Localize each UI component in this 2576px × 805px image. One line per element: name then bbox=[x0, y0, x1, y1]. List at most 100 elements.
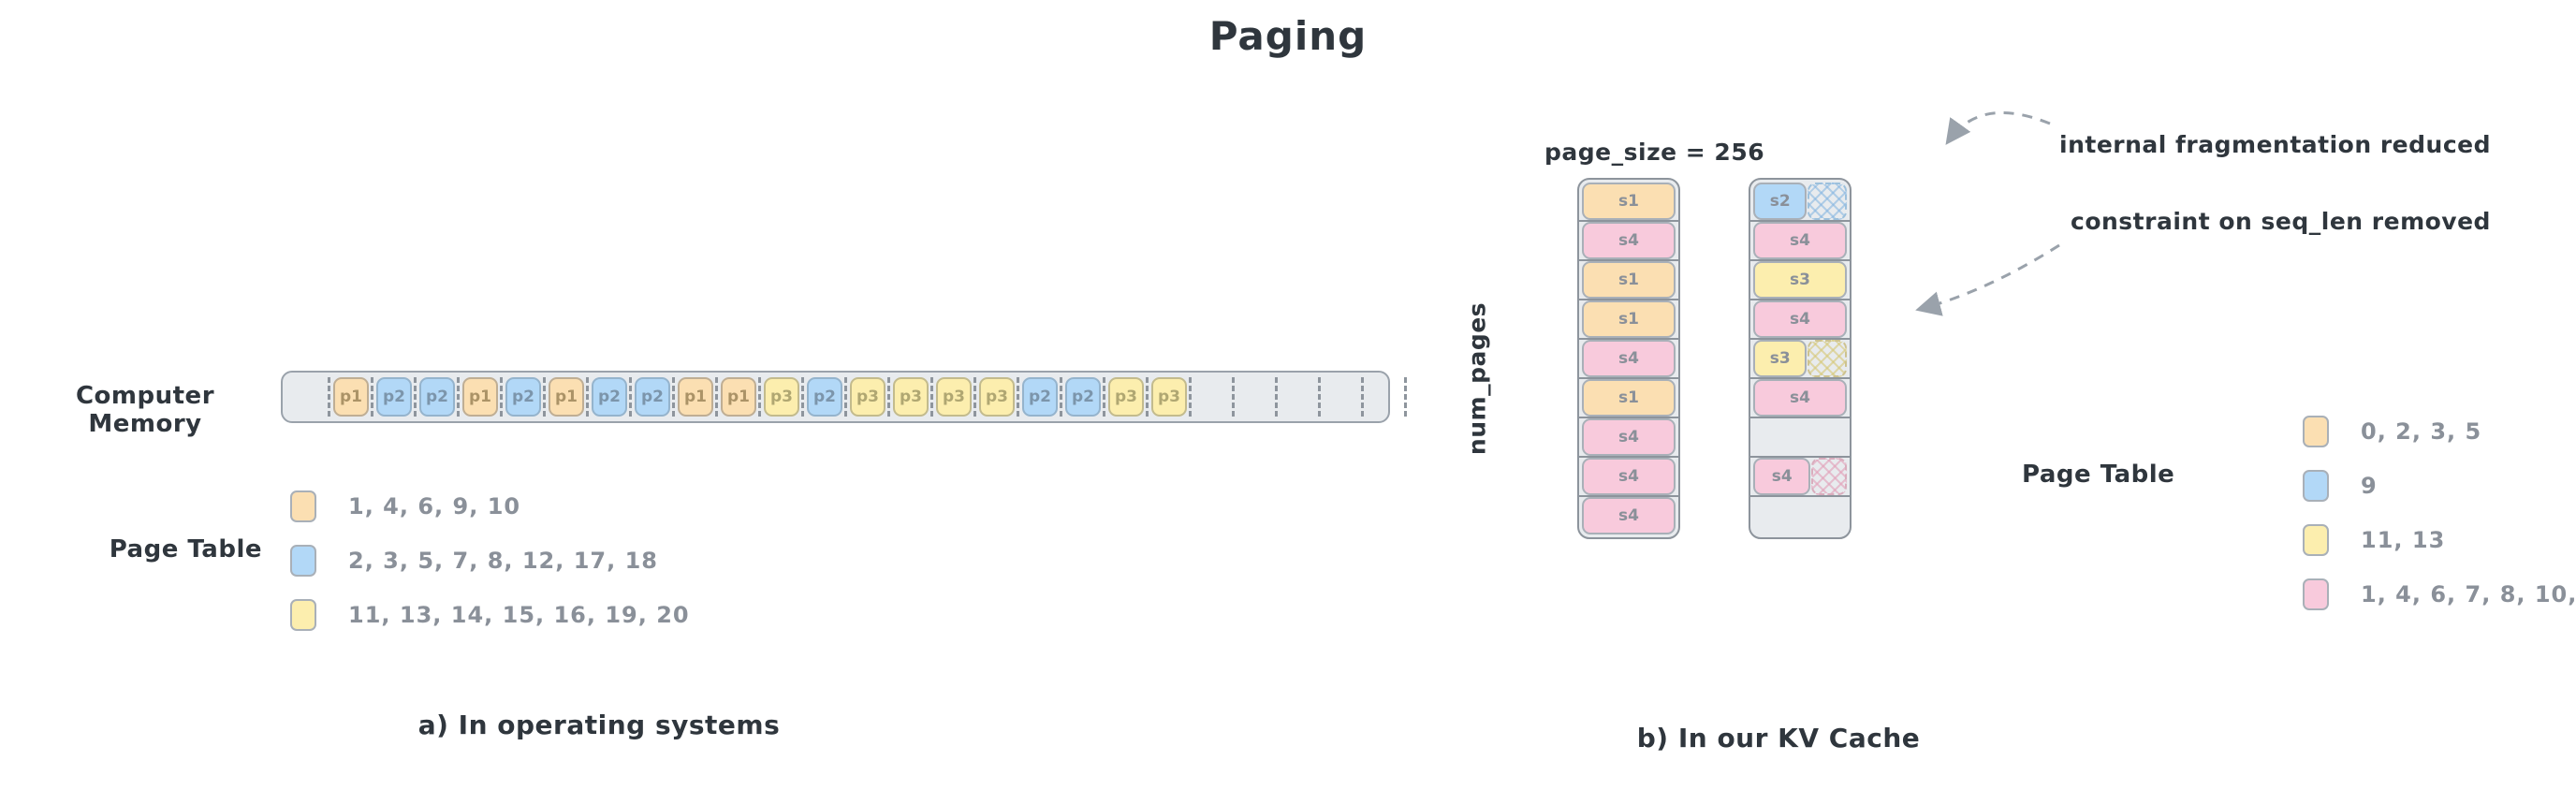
memory-cell bbox=[1232, 373, 1277, 421]
memory-slot-p1: p1 bbox=[721, 377, 756, 417]
memory-slot-p1: p1 bbox=[678, 377, 713, 417]
num-pages-label: num_pages bbox=[1463, 301, 1491, 456]
page-table-a-rows: 1, 4, 6, 9, 10 2, 3, 5, 7, 8, 12, 17, 18 1… bbox=[290, 487, 690, 650]
page-table-a-title: Page Table bbox=[109, 535, 262, 564]
memory-slot-empty bbox=[290, 377, 326, 417]
kv-page-slot: s3 bbox=[1750, 338, 1850, 377]
memory-slot-p3: p3 bbox=[893, 377, 929, 417]
memory-cell: p2 bbox=[500, 373, 545, 421]
kv-block-s3: s3 bbox=[1753, 340, 1808, 377]
memory-slot-empty bbox=[1367, 377, 1402, 417]
kv-page-slot: s4 bbox=[1750, 456, 1850, 495]
page-table-swatch-yellow bbox=[2303, 524, 2329, 556]
page-table-b-title: Page Table bbox=[2022, 461, 2175, 489]
memory-cell: p1 bbox=[672, 373, 717, 421]
memory-slot-empty bbox=[1281, 377, 1316, 417]
memory-slot-p1: p1 bbox=[549, 377, 584, 417]
memory-slot-empty bbox=[1194, 377, 1230, 417]
page-table-swatch-orange bbox=[290, 490, 316, 522]
memory-slot-p3: p3 bbox=[1108, 377, 1144, 417]
page-table-values: 0, 2, 3, 5 bbox=[2361, 418, 2482, 445]
kv-block-s4: s4 bbox=[1582, 497, 1676, 534]
page-table-values: 11, 13, 14, 15, 16, 19, 20 bbox=[348, 602, 690, 628]
kv-cache-column-1: s1 s4 s1 s1 s4 s1 s4 s4 s4 bbox=[1577, 178, 1680, 539]
page-table-swatch-yellow bbox=[290, 599, 316, 631]
kv-page-slot: s4 bbox=[1579, 495, 1678, 534]
memory-slot-p2: p2 bbox=[592, 377, 627, 417]
memory-cell: p3 bbox=[844, 373, 889, 421]
kv-fragment-pink bbox=[1811, 458, 1847, 495]
memory-slot-p3: p3 bbox=[936, 377, 972, 417]
kv-page-slot: s4 bbox=[1579, 220, 1678, 259]
kv-block-s4: s4 bbox=[1582, 340, 1676, 377]
kv-block-s1: s1 bbox=[1582, 379, 1676, 417]
page-table-row: 11, 13 bbox=[2303, 520, 2576, 560]
kv-page-slot: s1 bbox=[1579, 259, 1678, 299]
kv-block-s4: s4 bbox=[1753, 379, 1847, 417]
kv-page-slot: s4 bbox=[1750, 220, 1850, 259]
kv-page-slot bbox=[1750, 417, 1850, 456]
memory-cell bbox=[1189, 373, 1234, 421]
kv-block-s4: s4 bbox=[1753, 458, 1811, 495]
page-table-row: 9 bbox=[2303, 466, 2576, 505]
memory-cell: p3 bbox=[930, 373, 975, 421]
memory-slot-p3: p3 bbox=[1151, 377, 1187, 417]
memory-cell bbox=[1361, 373, 1406, 421]
annotation-internal-fragmentation: internal fragmentation reduced bbox=[2059, 131, 2491, 158]
page-table-swatch-blue bbox=[290, 545, 316, 577]
page-table-b-rows: 0, 2, 3, 5 9 11, 13 1, 4, 6, 7, 8, 10, 12, … bbox=[2303, 412, 2576, 629]
page-table-values: 1, 4, 6, 9, 10 bbox=[348, 493, 521, 520]
memory-slot-p2: p2 bbox=[1022, 377, 1058, 417]
kv-block-s4: s4 bbox=[1753, 222, 1847, 259]
memory-slot-empty bbox=[1324, 377, 1359, 417]
memory-cell: p3 bbox=[758, 373, 803, 421]
memory-cell: p1 bbox=[715, 373, 760, 421]
kv-page-slot: s1 bbox=[1582, 183, 1676, 220]
kv-page-slot bbox=[1750, 495, 1850, 534]
kv-fragment-blue bbox=[1808, 183, 1847, 220]
memory-cell bbox=[286, 373, 329, 421]
page-table-row: 11, 13, 14, 15, 16, 19, 20 bbox=[290, 595, 690, 635]
computer-memory-strip: p1 p2 p2 p1 p2 p1 p2 p2 p1 p1 p3 p2 p3 p3 p3 p3 p2 p2 p3 p3 bbox=[281, 371, 1407, 423]
computer-memory-label: Computer Memory bbox=[75, 382, 215, 438]
page-table-row: 1, 4, 6, 7, 8, 10, 12, 14, 16 bbox=[2303, 575, 2576, 614]
kv-page-slot: s4 bbox=[1579, 417, 1678, 456]
memory-cell: p1 bbox=[543, 373, 588, 421]
panel-operating-systems: Computer Memory p1 p2 p2 p1 p2 p1 p2 p2 p1 p1 p3 p2… bbox=[0, 0, 1407, 805]
memory-cell: p2 bbox=[801, 373, 846, 421]
kv-block-s3: s3 bbox=[1753, 261, 1847, 299]
kv-block-s1: s1 bbox=[1582, 261, 1676, 299]
memory-cell: p2 bbox=[371, 373, 416, 421]
memory-cell: p3 bbox=[1146, 373, 1191, 421]
page-table-values: 1, 4, 6, 7, 8, 10, 12, 14, 16 bbox=[2361, 581, 2576, 607]
memory-cell: p3 bbox=[887, 373, 932, 421]
memory-cell: p3 bbox=[1103, 373, 1148, 421]
caption-a: a) In operating systems bbox=[417, 710, 781, 740]
memory-slot-p2: p2 bbox=[505, 377, 541, 417]
memory-cell: p1 bbox=[328, 373, 373, 421]
kv-block-s4: s4 bbox=[1582, 418, 1676, 456]
kv-page-slot: s1 bbox=[1579, 299, 1678, 338]
memory-cell: p2 bbox=[1060, 373, 1105, 421]
memory-slot-p2: p2 bbox=[1065, 377, 1101, 417]
kv-page-slot: s3 bbox=[1750, 259, 1850, 299]
memory-cell: p2 bbox=[586, 373, 631, 421]
memory-slot-p2: p2 bbox=[807, 377, 842, 417]
kv-block-s4: s4 bbox=[1582, 222, 1676, 259]
kv-page-slot: s4 bbox=[1579, 456, 1678, 495]
kv-page-empty bbox=[1753, 497, 1847, 534]
page-table-row: 0, 2, 3, 5 bbox=[2303, 412, 2576, 451]
memory-cell: p2 bbox=[1017, 373, 1061, 421]
kv-cache-column-2: s2 s4 s3 s4 s3 s4 s4 bbox=[1749, 178, 1852, 539]
kv-block-s1: s1 bbox=[1582, 183, 1676, 220]
kv-page-slot: s4 bbox=[1579, 338, 1678, 377]
kv-page-slot: s1 bbox=[1579, 377, 1678, 417]
page-table-swatch-pink bbox=[2303, 578, 2329, 610]
kv-page-slot: s4 bbox=[1750, 377, 1850, 417]
memory-slot-empty bbox=[1237, 377, 1273, 417]
page-table-values: 2, 3, 5, 7, 8, 12, 17, 18 bbox=[348, 548, 658, 574]
memory-slot-p2: p2 bbox=[376, 377, 412, 417]
kv-page-slot: s2 bbox=[1753, 183, 1847, 220]
panel-kv-cache: page_size = 256 num_pages s1 s4 s1 s1 s4 s1 s4… bbox=[1404, 0, 2576, 805]
memory-cell: p2 bbox=[629, 373, 674, 421]
